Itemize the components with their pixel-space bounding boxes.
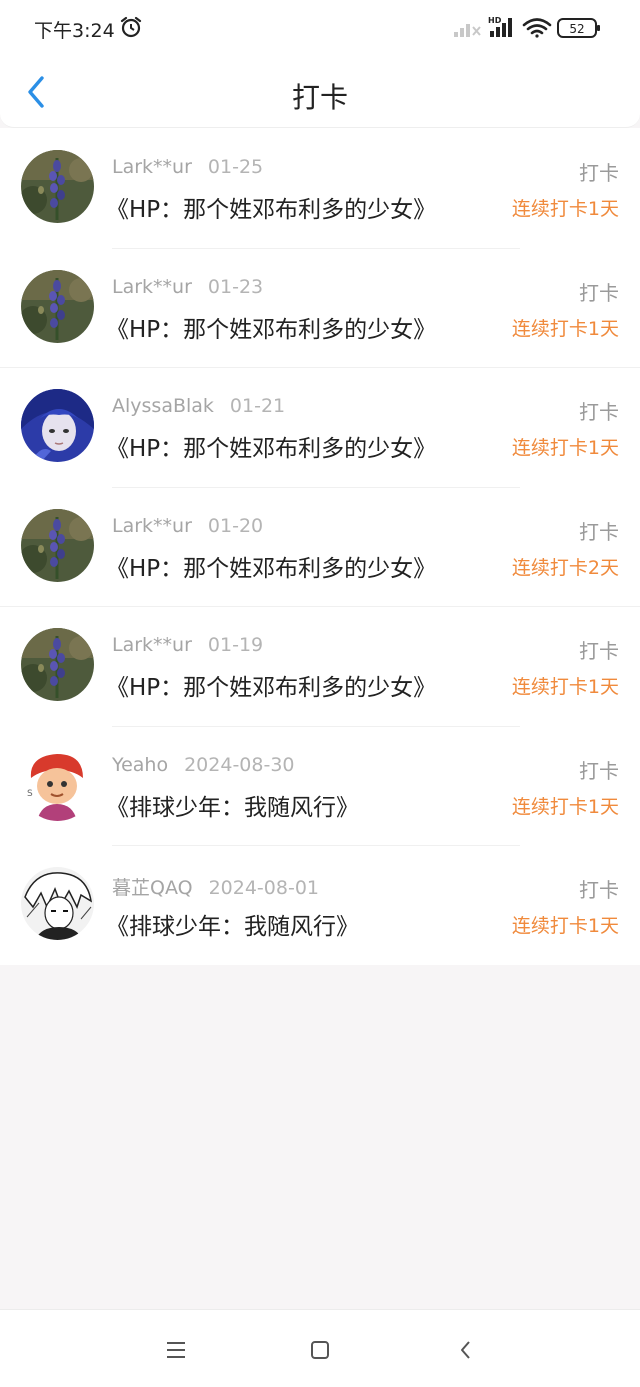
- book-title[interactable]: 《排球少年：我随风行》: [106, 788, 359, 822]
- username[interactable]: Lark**ur: [112, 515, 192, 537]
- username[interactable]: Lark**ur: [112, 276, 192, 298]
- book-title[interactable]: 《HP：那个姓邓布利多的少女》: [106, 429, 436, 463]
- streak-label: 连续打卡1天: [511, 915, 619, 937]
- username[interactable]: AlyssaBlak: [112, 395, 214, 417]
- action-label: 打卡: [579, 878, 619, 902]
- username[interactable]: Lark**ur: [112, 156, 192, 178]
- svg-text:HD: HD: [488, 16, 502, 25]
- entry-meta: Lark**ur 01-25: [112, 156, 263, 178]
- checkin-entry[interactable]: Lark**ur 01-23 《HP：那个姓邓布利多的少女》 打卡连续打卡1天: [0, 247, 640, 368]
- user-avatar[interactable]: [21, 628, 94, 701]
- entry-meta: Yeaho 2024-08-30: [112, 754, 295, 776]
- back-triangle-icon: [461, 1341, 470, 1359]
- user-avatar[interactable]: [21, 867, 94, 940]
- action-label: 打卡: [579, 161, 619, 185]
- entry-meta: AlyssaBlak 01-21: [112, 395, 285, 417]
- app-header: 打卡: [0, 56, 640, 128]
- checkin-entry[interactable]: AlyssaBlak 01-21 《HP：那个姓邓布利多的少女》 打卡连续打卡1天: [0, 367, 640, 487]
- alarm-icon: [119, 15, 143, 39]
- entry-meta: Lark**ur 01-19: [112, 634, 263, 656]
- status-time: 下午3:24: [34, 20, 115, 42]
- menu-icon: [167, 1342, 185, 1358]
- entry-date: 2024-08-30: [184, 753, 295, 776]
- home-square-icon: [311, 1341, 329, 1359]
- username[interactable]: Lark**ur: [112, 634, 192, 656]
- wifi-icon: [522, 18, 552, 38]
- svg-text:S: S: [27, 789, 33, 799]
- action-label: 打卡: [579, 519, 619, 544]
- action-label: 打卡: [579, 758, 619, 783]
- book-title[interactable]: 《HP：那个姓邓布利多的少女》: [106, 190, 436, 224]
- user-avatar[interactable]: [21, 508, 94, 582]
- entry-date: 01-25: [207, 156, 264, 178]
- book-title[interactable]: 《HP：那个姓邓布利多的少女》: [106, 310, 436, 344]
- signal-off-icon: [454, 24, 481, 37]
- streak-label: 连续打卡1天: [511, 795, 619, 818]
- entry-date: 01-19: [207, 634, 264, 656]
- svg-text:52: 52: [569, 22, 584, 36]
- checkin-entry[interactable]: Lark**ur 01-20 《HP：那个姓邓布利多的少女》 打卡连续打卡2天: [0, 486, 640, 607]
- page-title: 打卡: [291, 81, 348, 114]
- entry-meta: 暮芷QAQ 2024-08-01: [112, 873, 319, 900]
- book-title[interactable]: 《HP：那个姓邓布利多的少女》: [106, 549, 436, 583]
- book-title[interactable]: 《HP：那个姓邓布利多的少女》: [106, 668, 436, 702]
- signal-icon: HD: [488, 16, 512, 37]
- checkin-entry[interactable]: Lark**ur 01-19 《HP：那个姓邓布利多的少女》 打卡连续打卡1天: [0, 606, 640, 726]
- user-avatar[interactable]: [21, 269, 94, 343]
- bottom-navigation-bar: [0, 1309, 640, 1387]
- checkin-entry[interactable]: S Yeaho 2024-08-30 《排球少年：我随风行》 打卡连续打卡1天: [0, 725, 640, 846]
- action-label: 打卡: [579, 280, 619, 305]
- user-avatar[interactable]: [21, 389, 94, 462]
- checkin-entry[interactable]: 暮芷QAQ 2024-08-01 《排球少年：我随风行》 打卡连续打卡1天: [0, 845, 640, 965]
- status-icons: HD 52: [454, 14, 604, 42]
- streak-label: 连续打卡1天: [511, 437, 619, 459]
- system-back-button[interactable]: [452, 1336, 480, 1364]
- menu-button[interactable]: [162, 1336, 190, 1364]
- streak-label: 连续打卡1天: [511, 198, 619, 220]
- entry-date: 01-23: [207, 275, 264, 298]
- entry-date: 2024-08-01: [208, 877, 319, 899]
- action-label: 打卡: [579, 400, 619, 424]
- entry-date: 01-20: [207, 514, 264, 537]
- action-label: 打卡: [579, 639, 619, 663]
- user-avatar[interactable]: S: [21, 747, 94, 821]
- battery-icon: 52: [557, 18, 600, 38]
- book-title[interactable]: 《排球少年：我随风行》: [106, 907, 359, 941]
- username[interactable]: 暮芷QAQ: [112, 877, 193, 899]
- home-button[interactable]: [306, 1336, 334, 1364]
- entry-meta: Lark**ur 01-23: [112, 276, 263, 298]
- streak-label: 连续打卡1天: [511, 317, 619, 340]
- checkin-list: Lark**ur 01-25 《HP：那个姓邓布利多的少女》 打卡 连续打卡1天 Lark…: [0, 128, 640, 965]
- checkin-entry[interactable]: Lark**ur 01-25 《HP：那个姓邓布利多的少女》 打卡连续打卡1天: [0, 128, 640, 248]
- user-avatar[interactable]: [21, 150, 94, 223]
- streak-label: 连续打卡2天: [511, 556, 619, 579]
- entry-meta: Lark**ur 01-20: [112, 515, 263, 537]
- streak-label: 连续打卡1天: [511, 676, 619, 698]
- entry-date: 01-21: [229, 395, 286, 417]
- status-bar: 下午3:24 HD 52: [0, 0, 640, 56]
- username[interactable]: Yeaho: [112, 754, 168, 776]
